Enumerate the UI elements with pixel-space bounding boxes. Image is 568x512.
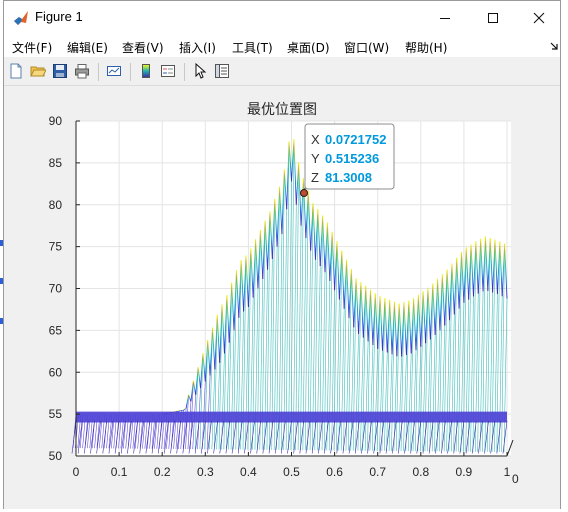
x-tick-label: 0 bbox=[73, 465, 80, 479]
close-button[interactable] bbox=[516, 1, 562, 35]
save-icon[interactable] bbox=[52, 63, 68, 79]
matlab-logo-icon bbox=[14, 11, 28, 25]
figure-window: Figure 1 文件(F) 编辑(E) 查看(V) 插入(I) 工具(T) 桌… bbox=[3, 0, 561, 509]
z-tick-label: 50 bbox=[49, 449, 63, 463]
datatip-z-label: Z bbox=[311, 170, 319, 185]
x-tick-label: 0.8 bbox=[412, 465, 429, 479]
maximize-button[interactable] bbox=[470, 1, 516, 35]
x-tick-label: 0.4 bbox=[240, 465, 257, 479]
menu-window[interactable]: 窗口(W) bbox=[344, 39, 389, 56]
surface-plot[interactable]: 0 0.1 0.2 0.3 0.4 0.5 0.6 0.7 0.8 0.9 1 50 55 60 65 70… bbox=[4, 87, 560, 507]
z-tick-label: 65 bbox=[49, 323, 63, 337]
link-plot-icon[interactable] bbox=[106, 63, 122, 79]
surface-front-skirt bbox=[71, 420, 77, 454]
title-bar[interactable]: Figure 1 bbox=[4, 1, 560, 35]
x-tick-label: 1 bbox=[504, 465, 511, 479]
window-title: Figure 1 bbox=[35, 9, 83, 24]
minimize-button[interactable] bbox=[422, 1, 468, 35]
x-tick-label: 0.1 bbox=[111, 465, 128, 479]
datatip-y-value: 0.515236 bbox=[325, 151, 379, 166]
z-tick-label: 80 bbox=[49, 198, 63, 212]
edit-plot-arrow-icon[interactable] bbox=[192, 63, 208, 79]
new-figure-icon[interactable] bbox=[8, 63, 24, 79]
menu-view[interactable]: 查看(V) bbox=[122, 39, 164, 56]
menu-edit[interactable]: 编辑(E) bbox=[67, 39, 108, 56]
z-axis-ticks: 50 55 60 65 70 75 80 85 90 bbox=[49, 114, 80, 463]
insert-legend-icon[interactable] bbox=[160, 63, 176, 79]
close-icon bbox=[533, 12, 545, 24]
menu-desktop[interactable]: 桌面(D) bbox=[287, 39, 330, 56]
datatip-x-value: 0.0721752 bbox=[325, 132, 386, 147]
z-tick-label: 90 bbox=[49, 114, 63, 128]
toolbar-separator bbox=[98, 63, 99, 81]
minimize-icon bbox=[440, 18, 450, 19]
z-tick-label: 70 bbox=[49, 282, 63, 296]
menu-tools[interactable]: 工具(T) bbox=[232, 39, 273, 56]
x-tick-label: 0.2 bbox=[154, 465, 171, 479]
menu-help[interactable]: 帮助(H) bbox=[405, 39, 447, 56]
y-axis-tick-label: 0 bbox=[512, 472, 519, 486]
x-tick-label: 0.5 bbox=[283, 465, 300, 479]
datatip-x-label: X bbox=[311, 132, 320, 147]
x-tick-label: 0.3 bbox=[197, 465, 214, 479]
z-tick-label: 60 bbox=[49, 365, 63, 379]
x-tick-label: 0.7 bbox=[369, 465, 386, 479]
z-tick-label: 75 bbox=[49, 240, 63, 254]
datatip-z-value: 81.3008 bbox=[325, 170, 372, 185]
z-tick-label: 85 bbox=[49, 156, 63, 170]
menu-bar: 文件(F) 编辑(E) 查看(V) 插入(I) 工具(T) 桌面(D) 窗口(W… bbox=[4, 35, 560, 57]
x-tick-label: 0.9 bbox=[456, 465, 473, 479]
dock-arrow-icon[interactable] bbox=[549, 41, 559, 51]
property-inspector-icon[interactable] bbox=[214, 63, 230, 79]
menu-insert[interactable]: 插入(I) bbox=[179, 39, 216, 56]
print-icon[interactable] bbox=[74, 63, 90, 79]
insert-colorbar-icon[interactable] bbox=[138, 63, 154, 79]
toolbar-separator bbox=[130, 63, 131, 81]
datatip-y-label: Y bbox=[311, 151, 320, 166]
maximize-icon bbox=[488, 13, 498, 23]
x-tick-label: 0.6 bbox=[326, 465, 343, 479]
toolbar-separator bbox=[184, 63, 185, 81]
z-tick-label: 55 bbox=[49, 407, 63, 421]
figure-toolbar bbox=[4, 59, 560, 86]
menu-file[interactable]: 文件(F) bbox=[12, 39, 52, 56]
datatip-marker bbox=[300, 189, 308, 197]
figure-area: 最优位置图 0 0.1 0.2 0.3 0.4 0.5 0.6 0.7 0.8 0.9 1 50 55… bbox=[4, 87, 560, 509]
data-tip[interactable]: X 0.0721752 Y 0.515236 Z 81.3008 bbox=[300, 123, 395, 197]
open-file-icon[interactable] bbox=[30, 63, 46, 79]
